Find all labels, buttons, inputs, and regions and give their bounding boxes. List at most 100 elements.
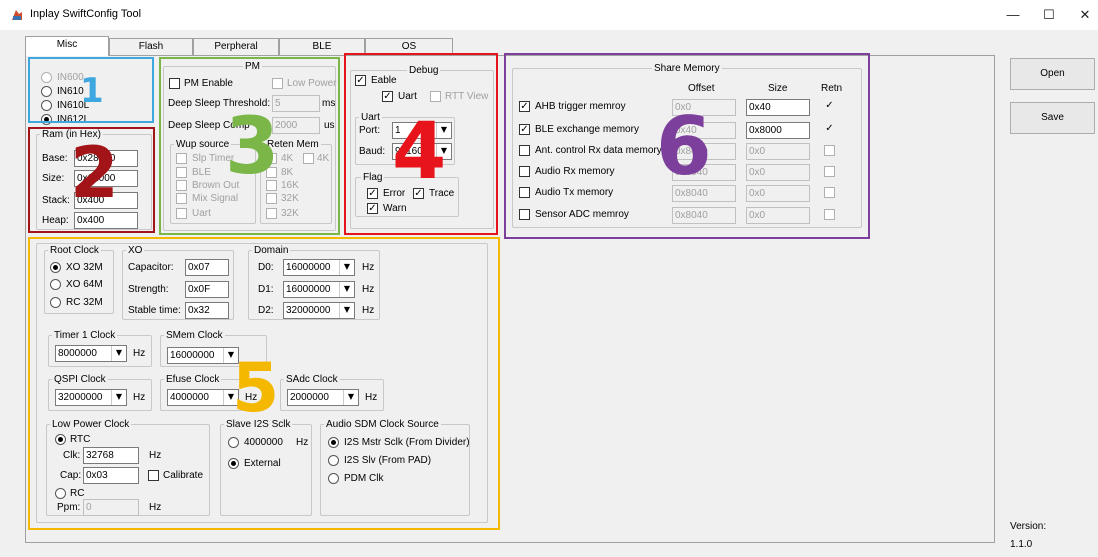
ram-base-label: Base:: [42, 153, 68, 164]
port-select[interactable]: 1 ▼: [392, 122, 452, 139]
open-button[interactable]: Open: [1010, 58, 1095, 90]
share-row-size[interactable]: 0x0: [746, 207, 810, 224]
warn-checkbox[interactable]: ✓: [367, 203, 378, 214]
tab-flash[interactable]: Flash: [109, 38, 193, 55]
error-checkbox[interactable]: ✓: [367, 188, 378, 199]
share-row-size[interactable]: 0x8000: [746, 122, 810, 139]
size-header: Size: [768, 83, 788, 94]
share-row-retn-checkbox[interactable]: [824, 187, 835, 198]
tab-ble[interactable]: BLE: [279, 38, 365, 55]
low-power-checkbox[interactable]: [272, 78, 283, 89]
root-clock-radio[interactable]: [50, 262, 61, 273]
share-row-retn-checkbox[interactable]: [824, 166, 835, 177]
reten-checkbox[interactable]: [266, 153, 277, 164]
save-button[interactable]: Save: [1010, 102, 1095, 134]
share-row-checkbox[interactable]: ✓: [519, 124, 530, 135]
wup-checkbox[interactable]: [176, 180, 187, 191]
cap2-input[interactable]: 0x03: [83, 467, 139, 484]
efuse-select[interactable]: 4000000 ▼: [167, 389, 239, 406]
audio-radio[interactable]: [328, 473, 339, 484]
chip-radio-in600[interactable]: [41, 72, 52, 83]
d1-select[interactable]: 16000000 ▼: [283, 281, 355, 298]
chevron-down-icon: ▼: [111, 346, 126, 361]
share-row-size[interactable]: 0x0: [746, 185, 810, 202]
d2-select[interactable]: 32000000 ▼: [283, 302, 355, 319]
chip-radio-in610[interactable]: [41, 86, 52, 97]
trace-checkbox[interactable]: ✓: [413, 188, 424, 199]
ram-stack-input[interactable]: 0x400: [74, 192, 138, 209]
pm-enable-checkbox[interactable]: [169, 78, 180, 89]
strength-input[interactable]: 0x0F: [185, 281, 229, 298]
baud-select[interactable]: 921600 ▼: [392, 143, 452, 160]
share-row-checkbox[interactable]: [519, 209, 530, 220]
share-row-size[interactable]: 0x40: [746, 99, 810, 116]
share-row-checkbox[interactable]: ✓: [519, 101, 530, 112]
reten-checkbox[interactable]: [266, 193, 277, 204]
ram-heap-input[interactable]: 0x400: [74, 212, 138, 229]
reten-checkbox[interactable]: [303, 153, 314, 164]
wup-checkbox[interactable]: [176, 167, 187, 178]
ram-size-input[interactable]: 0x12000: [74, 170, 138, 187]
ram-base-input[interactable]: 0x28000: [74, 150, 138, 167]
d0-select[interactable]: 16000000 ▼: [283, 259, 355, 276]
chip-radio-in610l[interactable]: [41, 100, 52, 111]
cap-input[interactable]: 0x07: [185, 259, 229, 276]
root-clock-radio[interactable]: [50, 279, 61, 290]
rc-radio[interactable]: [55, 488, 66, 499]
hz-label: Hz: [362, 305, 375, 316]
ram-title: Ram (in Hex): [40, 129, 103, 140]
ppm-input[interactable]: 0: [83, 499, 139, 516]
share-row-offset[interactable]: 0x8040: [672, 164, 736, 181]
minimize-button[interactable]: —: [998, 4, 1028, 26]
baud-label: Baud:: [359, 146, 386, 157]
reten-checkbox[interactable]: [266, 167, 277, 178]
share-row-retn-checkbox[interactable]: ✓: [824, 124, 835, 135]
wup-checkbox[interactable]: [176, 208, 187, 219]
share-row-checkbox[interactable]: [519, 145, 530, 156]
tab-os[interactable]: OS: [365, 38, 453, 55]
clk-input[interactable]: 32768: [83, 447, 139, 464]
qspi-select[interactable]: 32000000 ▼: [55, 389, 127, 406]
wup-checkbox[interactable]: [176, 193, 187, 204]
smem-select[interactable]: 16000000 ▼: [167, 347, 239, 364]
share-row-retn-checkbox[interactable]: [824, 145, 835, 156]
root-clock-radio[interactable]: [50, 297, 61, 308]
share-row-checkbox[interactable]: [519, 166, 530, 177]
share-row-retn-checkbox[interactable]: [824, 209, 835, 220]
share-row-offset[interactable]: 0x40: [672, 122, 736, 139]
rtc-radio[interactable]: [55, 434, 66, 445]
warn-label: Warn: [383, 203, 407, 214]
deep-comp-input[interactable]: 2000: [272, 117, 320, 134]
share-row-offset[interactable]: 0x0: [672, 99, 736, 116]
share-row-offset[interactable]: 0x8040: [672, 207, 736, 224]
share-row-size[interactable]: 0x0: [746, 164, 810, 181]
slave-radio[interactable]: [228, 458, 239, 469]
rtt-checkbox[interactable]: [430, 91, 441, 102]
debug-enable-checkbox[interactable]: ✓: [355, 75, 366, 86]
sadc-select[interactable]: 2000000 ▼: [287, 389, 359, 406]
timer1-select[interactable]: 8000000 ▼: [55, 345, 127, 362]
audio-radio[interactable]: [328, 455, 339, 466]
reten-checkbox[interactable]: [266, 180, 277, 191]
close-button[interactable]: ✕: [1070, 4, 1098, 26]
slave-radio[interactable]: [228, 437, 239, 448]
calibrate-checkbox[interactable]: [148, 470, 159, 481]
deep-sleep-input[interactable]: 5: [272, 95, 320, 112]
reten-checkbox[interactable]: [266, 208, 277, 219]
hz-label: Hz: [149, 502, 162, 513]
stable-input[interactable]: 0x32: [185, 302, 229, 319]
audio-radio[interactable]: [328, 437, 339, 448]
uart-checkbox[interactable]: ✓: [382, 91, 393, 102]
tab-perpheral[interactable]: Perpheral: [193, 38, 279, 55]
share-row-offset[interactable]: 0x8040: [672, 143, 736, 160]
maximize-button[interactable]: ☐: [1034, 4, 1064, 26]
share-row-size[interactable]: 0x0: [746, 143, 810, 160]
share-row-checkbox[interactable]: [519, 187, 530, 198]
share-row-retn-checkbox[interactable]: ✓: [824, 101, 835, 112]
chip-radio-in612l[interactable]: [41, 114, 52, 125]
tab-misc[interactable]: Misc: [25, 36, 109, 56]
share-row-offset[interactable]: 0x8040: [672, 185, 736, 202]
rtc-label: RTC: [70, 434, 91, 445]
window-title: Inplay SwiftConfig Tool: [30, 8, 142, 20]
wup-checkbox[interactable]: [176, 153, 187, 164]
